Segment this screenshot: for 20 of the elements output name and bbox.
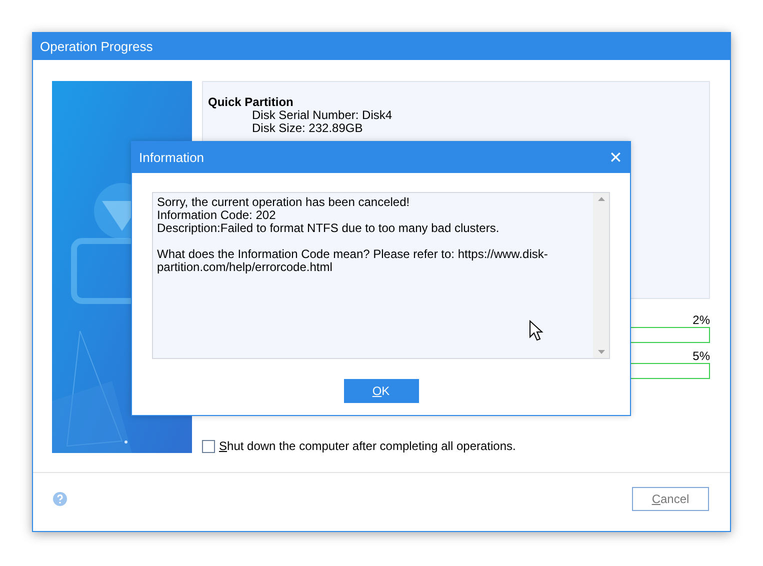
message-text: What does the Information Code mean? Please refer to: https://www.disk-partition.com/help/errorcode.html [157, 248, 549, 274]
help-icon[interactable] [53, 492, 67, 506]
shutdown-label: Shut down the computer after completing all operations. [219, 439, 516, 453]
detail-text: Disk Serial Number: Disk4 [251, 109, 394, 122]
close-button[interactable]: ✕ [609, 148, 622, 168]
window-title: Operation Progress [40, 38, 153, 54]
message-text: Description:Failed to format NTFS due to too many bad clusters. [157, 222, 500, 235]
shutdown-checkbox[interactable] [202, 440, 215, 452]
ok-button[interactable]: OK [344, 379, 418, 403]
message-text: Sorry, the current operation has been canceled! [157, 196, 411, 209]
operation-title: Quick Partition [208, 96, 294, 109]
scroll-down-icon[interactable] [598, 350, 604, 354]
message-text: Information Code: 202 [157, 209, 276, 222]
progress-percent: 2% [692, 313, 710, 327]
progress-percent: 5% [692, 349, 710, 363]
scroll-up-icon[interactable] [598, 197, 604, 201]
detail-text: Disk Size: 232.89GB [251, 122, 364, 135]
dialog-title: Information [139, 150, 204, 165]
cancel-button[interactable]: Cancel [632, 487, 709, 511]
cursor-icon [529, 320, 544, 342]
